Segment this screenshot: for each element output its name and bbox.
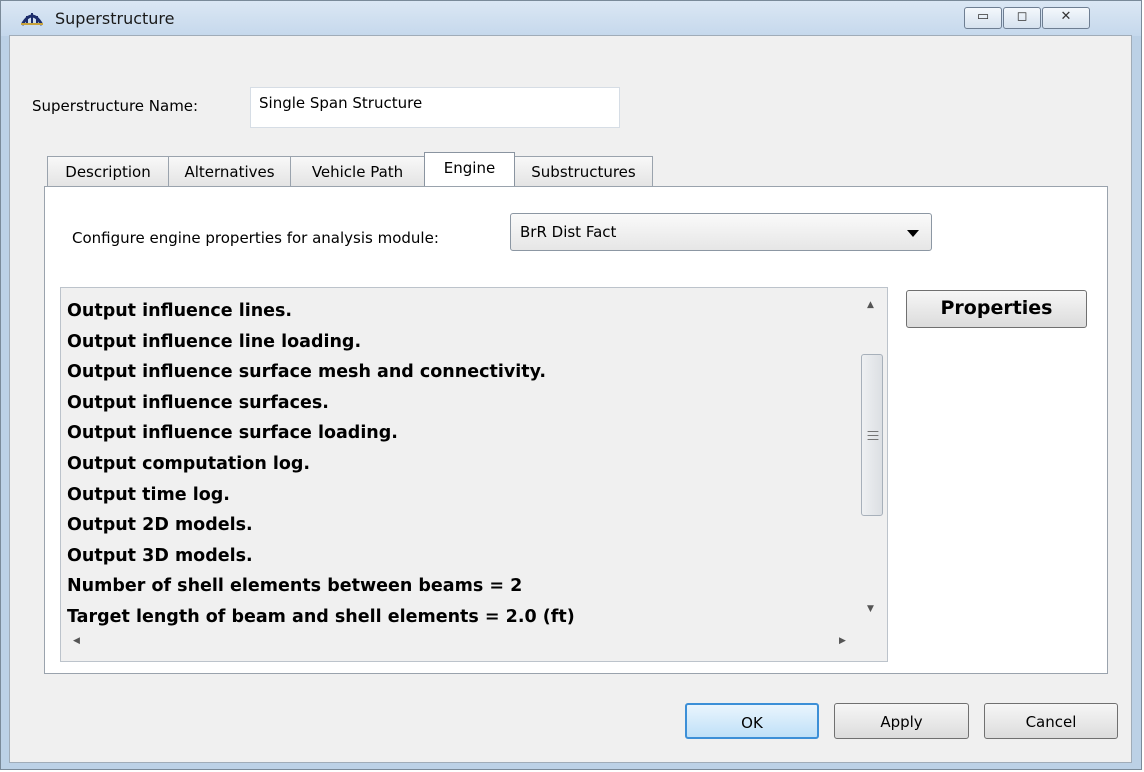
tab-label: Description	[65, 163, 151, 181]
scroll-up-icon[interactable]: ▲	[867, 300, 874, 310]
title-bar[interactable]: Superstructure ▭ ◻ ✕	[1, 1, 1141, 36]
scroll-right-icon[interactable]: ▶	[839, 636, 846, 646]
tab-description[interactable]: Description	[47, 156, 169, 186]
dropdown-arrow-icon	[907, 230, 919, 237]
list-item: Output 2D models.	[67, 515, 253, 536]
window-title: Superstructure	[55, 9, 175, 28]
apply-button[interactable]: Apply	[834, 703, 969, 739]
tab-vehicle-path[interactable]: Vehicle Path	[290, 156, 425, 186]
list-item: Output computation log.	[67, 453, 311, 474]
tab-label: Vehicle Path	[311, 163, 404, 181]
list-item: Output influence surfaces.	[67, 392, 329, 413]
scroll-left-icon[interactable]: ◀	[73, 636, 80, 646]
list-item: Output influence lines.	[67, 301, 293, 321]
vertical-scroll-thumb[interactable]: — — —	[861, 354, 883, 516]
vertical-scrollbar[interactable]: ▲ — — — ▼	[859, 288, 887, 626]
maximize-button[interactable]: ◻	[1003, 7, 1041, 29]
list-item: Output influence line loading.	[67, 331, 362, 352]
minimize-button[interactable]: ▭	[964, 7, 1002, 29]
ok-button[interactable]: OK	[685, 703, 819, 739]
grip-icon: — — —	[867, 424, 879, 446]
analysis-module-value: BrR Dist Fact	[520, 223, 617, 241]
superstructure-name-input[interactable]: Single Span Structure	[250, 87, 620, 128]
tab-label: Engine	[443, 159, 496, 177]
configure-engine-label: Configure engine properties for analysis…	[72, 229, 439, 247]
analysis-module-select[interactable]: BrR Dist Fact	[510, 213, 932, 251]
tab-engine[interactable]: Engine	[424, 152, 515, 186]
tab-label: Substructures	[531, 163, 636, 181]
scroll-down-icon[interactable]: ▼	[867, 604, 874, 614]
tab-substructures[interactable]: Substructures	[514, 156, 653, 186]
list-item: Output time log.	[67, 484, 230, 505]
list-item: Output influence surface mesh and connec…	[67, 362, 547, 383]
list-item: Number of shell elements between beams =…	[67, 576, 523, 597]
close-button[interactable]: ✕	[1042, 7, 1090, 29]
properties-button[interactable]: Properties	[906, 290, 1087, 328]
tab-alternatives[interactable]: Alternatives	[168, 156, 291, 186]
minimize-icon: ▭	[976, 9, 990, 24]
list-item: Output influence surface loading.	[67, 423, 398, 444]
engine-properties-lines: Output influence lines. Output influence…	[67, 298, 852, 635]
horizontal-scrollbar[interactable]: ◀ ▶	[61, 626, 859, 661]
bridge-icon	[21, 13, 43, 26]
close-icon: ✕	[1060, 9, 1072, 24]
maximize-icon: ◻	[1016, 9, 1028, 24]
superstructure-name-label: Superstructure Name:	[32, 97, 199, 115]
list-item: Output 3D models.	[67, 545, 253, 566]
engine-properties-list[interactable]: Output influence lines. Output influence…	[60, 287, 888, 662]
cancel-button[interactable]: Cancel	[984, 703, 1118, 739]
tab-label: Alternatives	[184, 163, 275, 181]
